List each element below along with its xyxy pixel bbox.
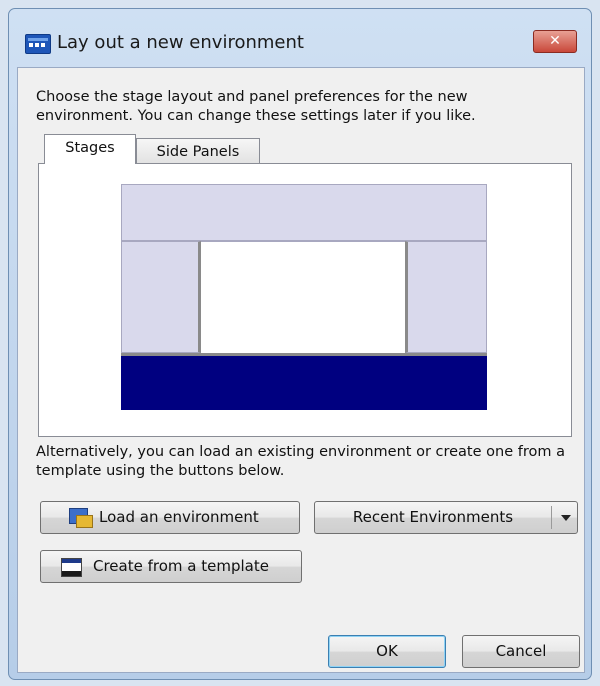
alternative-text: Alternatively, you can load an existing …: [36, 444, 565, 479]
window-title: Lay out a new environment: [57, 32, 304, 53]
app-window-icon: [25, 34, 51, 54]
title-bar[interactable]: Lay out a new environment ✕: [9, 9, 591, 67]
load-folder-icon: [69, 508, 93, 528]
stage-left-panel[interactable]: [121, 241, 201, 353]
dialog-body: Choose the stage layout and panel prefer…: [17, 67, 585, 673]
tab-side-panels[interactable]: Side Panels: [136, 138, 260, 165]
load-button-label: Load an environment: [99, 508, 259, 526]
stage-layout-preview: [121, 184, 487, 410]
stage-right-panel[interactable]: [405, 241, 487, 353]
ok-button[interactable]: OK: [328, 635, 446, 668]
stage-bottom-panel[interactable]: [121, 353, 487, 410]
recent-button-label: Recent Environments: [352, 508, 514, 526]
tab-stages[interactable]: Stages: [44, 134, 136, 164]
close-button[interactable]: ✕: [533, 30, 577, 53]
stages-tab-panel: [38, 163, 572, 437]
create-from-template-button[interactable]: Create from a template: [40, 550, 302, 583]
template-button-label: Create from a template: [93, 557, 269, 575]
stage-top-panel[interactable]: [121, 184, 487, 241]
split-divider: [551, 506, 552, 529]
cancel-button[interactable]: Cancel: [462, 635, 580, 668]
dropdown-arrow-icon[interactable]: [561, 515, 571, 521]
load-environment-button[interactable]: Load an environment: [40, 501, 300, 534]
intro-text: Choose the stage layout and panel prefer…: [36, 89, 476, 124]
template-icon: [61, 558, 82, 577]
dialog-window: Lay out a new environment ✕ Choose the s…: [8, 8, 592, 680]
recent-environments-button[interactable]: Recent Environments: [314, 501, 578, 534]
stage-center: [201, 241, 405, 353]
